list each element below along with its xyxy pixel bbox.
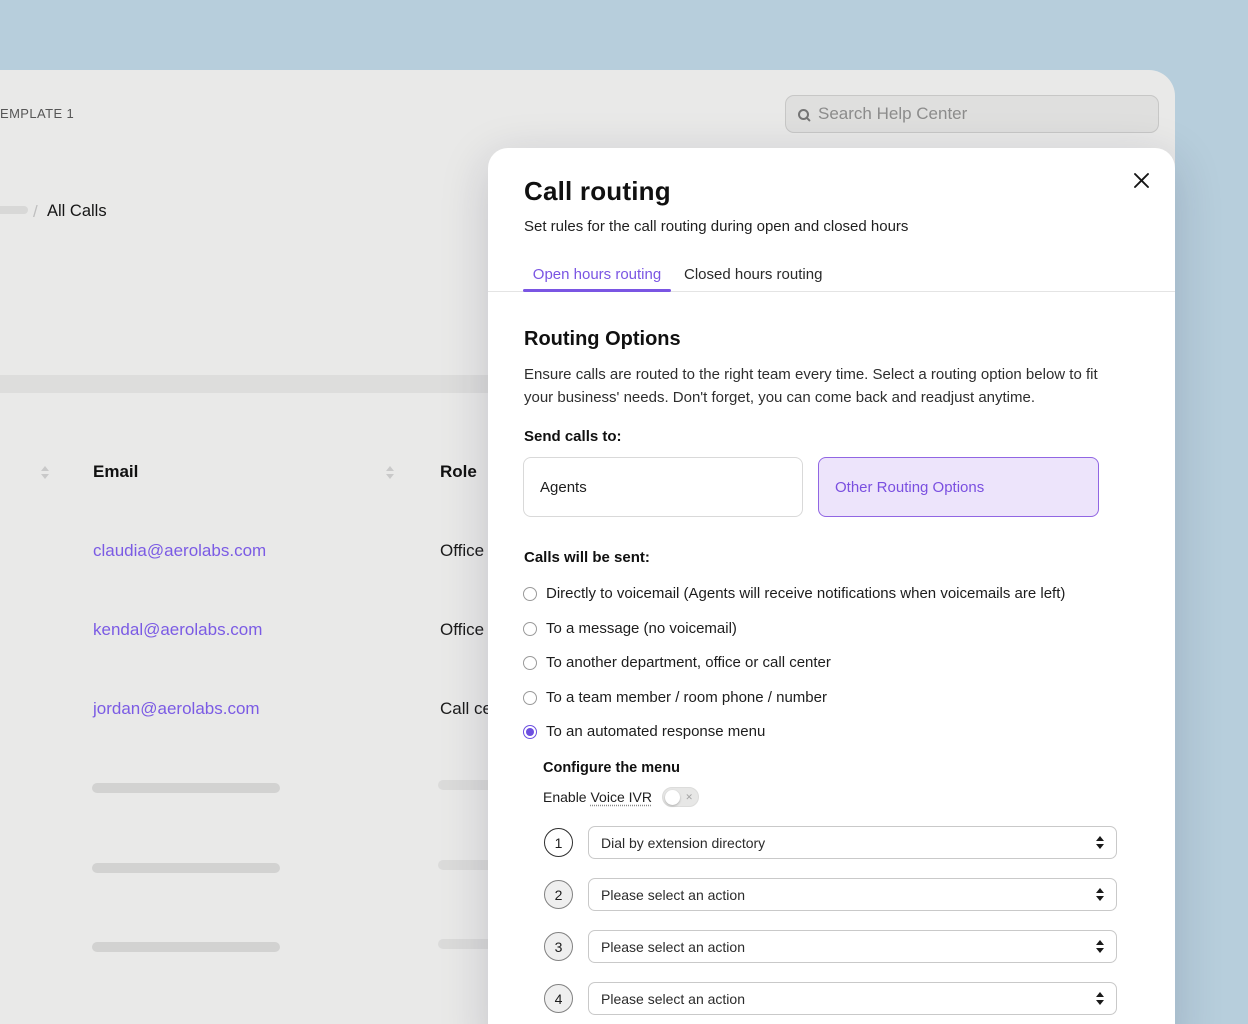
radio-icon[interactable] [523, 656, 537, 670]
search-box[interactable] [785, 95, 1159, 133]
select-stepper-icon [1096, 888, 1104, 901]
radio-icon[interactable] [523, 622, 537, 636]
select-stepper-icon [1096, 992, 1104, 1005]
table-row-role: Office [440, 620, 484, 640]
table-row-email-link[interactable]: kendal@aerolabs.com [93, 620, 262, 640]
menu-number-badge: 1 [544, 828, 573, 857]
send-calls-label: Send calls to: [524, 428, 622, 445]
skeleton-row [92, 863, 280, 873]
enable-voice-ivr-row: Enable Voice IVR ✕ [543, 786, 699, 808]
skeleton-row [92, 942, 280, 952]
menu-item-1: 1 Dial by extension directory [544, 826, 1117, 859]
table-row-email-link[interactable]: claudia@aerolabs.com [93, 541, 266, 561]
voice-ivr-term: Voice IVR [590, 789, 651, 805]
radio-to-a-message[interactable]: To a message (no voicemail) [523, 620, 737, 637]
menu-action-select-4[interactable]: Please select an action [588, 982, 1117, 1015]
modal-title: Call routing [524, 176, 671, 207]
radio-directly-to-voicemail[interactable]: Directly to voicemail (Agents will recei… [523, 585, 1065, 602]
toggle-off-icon: ✕ [685, 791, 693, 803]
menu-item-4: 4 Please select an action [544, 982, 1117, 1015]
enable-label: Enable [543, 789, 587, 805]
menu-action-select-2[interactable]: Please select an action [588, 878, 1117, 911]
modal-subtitle: Set rules for the call routing during op… [524, 218, 908, 235]
table-row-role: Call ce [440, 699, 492, 719]
active-tab-underline [523, 289, 671, 292]
radio-automated-response-menu[interactable]: To an automated response menu [523, 723, 765, 740]
radio-icon[interactable] [523, 587, 537, 601]
breadcrumb-separator: / [33, 202, 38, 222]
menu-number-badge: 3 [544, 932, 573, 961]
routing-options-description: Ensure calls are routed to the right tea… [524, 363, 1104, 409]
column-header-email[interactable]: Email [93, 462, 138, 482]
column-header-role[interactable]: Role [440, 462, 477, 482]
calls-will-be-sent-label: Calls will be sent: [524, 549, 650, 566]
search-icon [798, 109, 809, 120]
menu-action-select-1[interactable]: Dial by extension directory [588, 826, 1117, 859]
table-row-role: Office [440, 541, 484, 561]
menu-number-badge: 2 [544, 880, 573, 909]
sort-icon[interactable] [40, 466, 50, 479]
tab-closed-hours-routing[interactable]: Closed hours routing [684, 266, 822, 283]
configure-menu-title: Configure the menu [543, 760, 680, 776]
agents-option-button[interactable]: Agents [523, 457, 803, 517]
voice-ivr-toggle[interactable]: ✕ [662, 787, 699, 807]
table-row-email-link[interactable]: jordan@aerolabs.com [93, 699, 260, 719]
radio-icon-selected[interactable] [523, 725, 537, 739]
menu-item-3: 3 Please select an action [544, 930, 1117, 963]
breadcrumb[interactable]: All Calls [47, 202, 107, 221]
select-stepper-icon [1096, 836, 1104, 849]
routing-options-heading: Routing Options [524, 328, 681, 351]
radio-icon[interactable] [523, 691, 537, 705]
call-routing-modal: Call routing Set rules for the call rout… [488, 148, 1175, 1024]
menu-number-badge: 4 [544, 984, 573, 1013]
template-label: EMPLATE 1 [0, 106, 74, 121]
toggle-knob [665, 790, 680, 805]
skeleton-row [92, 783, 280, 793]
menu-item-2: 2 Please select an action [544, 878, 1117, 911]
close-icon[interactable] [1131, 170, 1151, 190]
select-stepper-icon [1096, 940, 1104, 953]
other-routing-options-button[interactable]: Other Routing Options [818, 457, 1099, 517]
tab-open-hours-routing[interactable]: Open hours routing [523, 266, 671, 283]
radio-another-department[interactable]: To another department, office or call ce… [523, 654, 831, 671]
radio-team-member[interactable]: To a team member / room phone / number [523, 689, 827, 706]
sort-icon[interactable] [385, 466, 395, 479]
breadcrumb-skeleton [0, 206, 28, 214]
menu-action-select-3[interactable]: Please select an action [588, 930, 1117, 963]
search-input[interactable] [818, 104, 1146, 124]
